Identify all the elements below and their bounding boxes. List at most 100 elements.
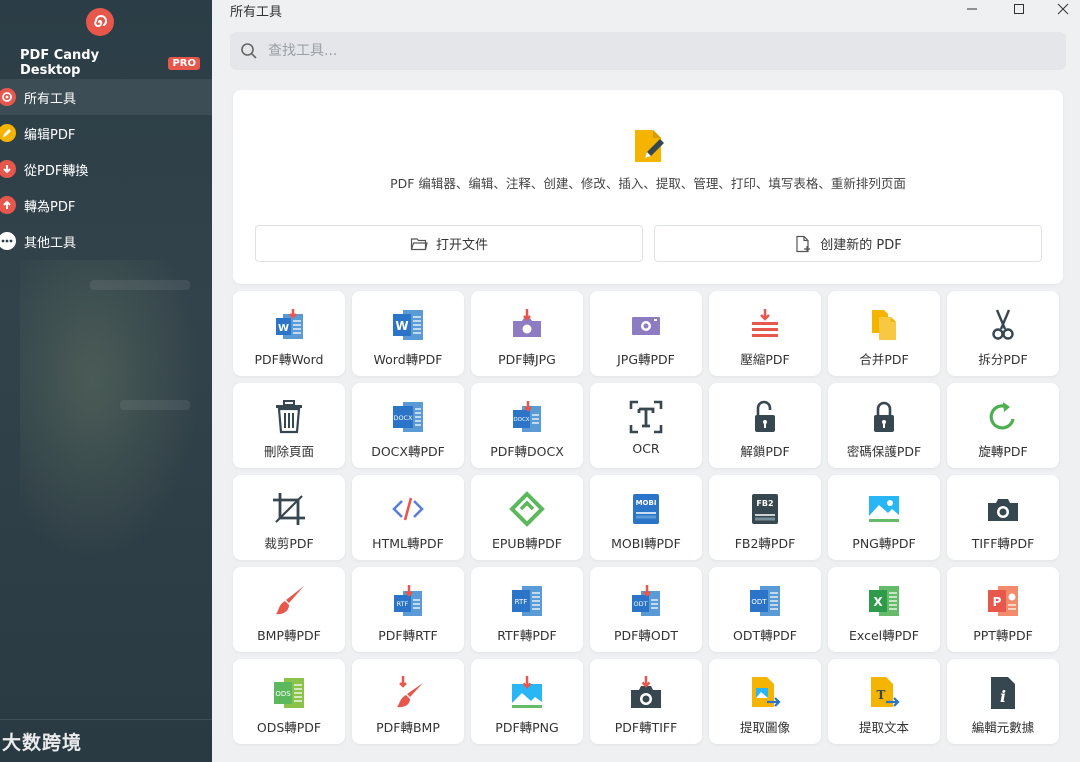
search-bar: [230, 32, 1066, 70]
rotate-icon: [989, 402, 1015, 430]
tool-tile[interactable]: P PPT轉PDF: [947, 567, 1059, 652]
candy-icon: [0, 88, 16, 106]
arrow-up-icon: [0, 196, 16, 214]
tool-tile[interactable]: 拆分PDF: [947, 291, 1059, 376]
tool-tile[interactable]: OCR: [590, 383, 702, 468]
tool-label: PNG轉PDF: [852, 536, 916, 551]
sidebar-item-edit-pdf[interactable]: 编辑PDF: [0, 115, 212, 151]
mobi-icon: MOBI: [633, 494, 659, 524]
tool-label: 旋轉PDF: [978, 444, 1028, 459]
tool-tile[interactable]: 裁剪PDF: [233, 475, 345, 560]
tool-tile[interactable]: FB2 FB2轉PDF: [709, 475, 821, 560]
tool-label: 提取圖像: [739, 720, 790, 735]
tool-tile[interactable]: RTF RTF轉PDF: [471, 567, 583, 652]
sidebar-item-from-pdf[interactable]: 從PDF轉換: [0, 151, 212, 187]
tool-tile[interactable]: PNG轉PDF: [828, 475, 940, 560]
tool-tile[interactable]: PDF轉PNG: [471, 659, 583, 744]
maximize-button[interactable]: [999, 0, 1039, 18]
tool-tile[interactable]: X Excel轉PDF: [828, 567, 940, 652]
tool-tile[interactable]: i 編輯元數據: [947, 659, 1059, 744]
tool-tile[interactable]: 合并PDF: [828, 291, 940, 376]
tool-label: FB2轉PDF: [734, 536, 796, 551]
watermark: 大数跨境: [2, 732, 83, 754]
svg-text:RTF: RTF: [515, 598, 528, 606]
sidebar-item-label: 所有工具: [24, 91, 77, 107]
minimize-icon: [967, 8, 977, 10]
tool-label: 裁剪PDF: [264, 536, 314, 551]
tool-tile[interactable]: RTF PDF轉RTF: [352, 567, 464, 652]
svg-text:X: X: [873, 595, 883, 609]
ods-icon: ODS: [274, 678, 304, 708]
camera-icon: [988, 499, 1018, 521]
tool-tile[interactable]: PDF轉JPG: [471, 291, 583, 376]
sidebar-item-all-tools[interactable]: 所有工具: [0, 79, 212, 115]
sidebar-item-to-pdf[interactable]: 轉為PDF: [0, 187, 212, 223]
tool-label: PDF轉PNG: [495, 720, 559, 735]
open-file-button[interactable]: 打开文件: [255, 225, 643, 262]
tool-tile[interactable]: 壓縮PDF: [709, 291, 821, 376]
svg-text:DOCX: DOCX: [393, 414, 413, 422]
tool-label: 合并PDF: [859, 352, 909, 367]
tool-label: PPT轉PDF: [973, 628, 1033, 643]
tool-tile[interactable]: DOCX PDF轉DOCX: [471, 383, 583, 468]
svg-text:DOCX: DOCX: [513, 417, 529, 423]
rtf-to-pdf-icon: RTF: [512, 586, 542, 616]
sidebar-item-other-tools[interactable]: 其他工具: [0, 223, 212, 259]
tool-tile[interactable]: EPUB轉PDF: [471, 475, 583, 560]
tool-label: PDF轉ODT: [614, 628, 678, 643]
svg-text:P: P: [993, 595, 1002, 609]
close-button[interactable]: [1043, 0, 1080, 18]
tool-tile[interactable]: DOCX DOCX轉PDF: [352, 383, 464, 468]
divider: [0, 719, 212, 720]
app-logo-icon: [86, 8, 114, 36]
ppt-icon: P: [988, 586, 1018, 616]
tool-tile[interactable]: PDF轉TIFF: [590, 659, 702, 744]
fb2-icon: FB2: [752, 494, 778, 524]
tool-tile[interactable]: 密碼保護PDF: [828, 383, 940, 468]
tool-tile[interactable]: W Word轉PDF: [352, 291, 464, 376]
sidebar-item-label: 其他工具: [24, 235, 77, 251]
tool-tile[interactable]: 解鎖PDF: [709, 383, 821, 468]
editor-description: PDF 编辑器、编辑、注释、创建、修改、插入、提取、管理、打印、填写表格、重新排…: [390, 176, 906, 191]
excel-icon: X: [869, 586, 899, 616]
tool-tile[interactable]: ODT ODT轉PDF: [709, 567, 821, 652]
extract-text-icon: T: [871, 677, 900, 707]
tool-tile[interactable]: PDF轉BMP: [352, 659, 464, 744]
minimize-button[interactable]: [952, 0, 992, 18]
svg-text:RTF: RTF: [397, 600, 409, 608]
tool-tile[interactable]: BMP轉PDF: [233, 567, 345, 652]
tool-label: BMP轉PDF: [257, 628, 321, 643]
tool-tile[interactable]: JPG轉PDF: [590, 291, 702, 376]
tool-tile[interactable]: TIFF轉PDF: [947, 475, 1059, 560]
tool-tile[interactable]: HTML轉PDF: [352, 475, 464, 560]
blurred-background: [90, 280, 190, 290]
search-input[interactable]: [266, 42, 1050, 60]
tool-label: 密碼保護PDF: [846, 444, 922, 459]
brand: PDF Candy Desktop PRO: [20, 48, 200, 78]
folder-icon: [410, 237, 428, 250]
tool-label: PDF轉Word: [254, 352, 324, 367]
extract-image-icon: [752, 677, 781, 707]
tool-label: Excel轉PDF: [849, 628, 919, 643]
blurred-background: [20, 260, 200, 560]
tool-tile[interactable]: W PDF轉Word: [233, 291, 345, 376]
tool-tile[interactable]: MOBI MOBI轉PDF: [590, 475, 702, 560]
tools-grid: W PDF轉Word W Word轉PDF PDF轉JPG JPG轉PDF 壓縮…: [233, 291, 1065, 744]
sidebar-nav: 所有工具 编辑PDF 從PDF轉換 轉為PDF 其他工具: [0, 79, 212, 259]
tool-tile[interactable]: ODS ODS轉PDF: [233, 659, 345, 744]
tool-tile[interactable]: 刪除頁面: [233, 383, 345, 468]
close-icon: [1057, 3, 1069, 15]
unlock-icon: [755, 400, 775, 432]
maximize-icon: [1014, 4, 1024, 14]
tool-tile[interactable]: ODT PDF轉ODT: [590, 567, 702, 652]
tool-tile[interactable]: 提取圖像: [709, 659, 821, 744]
tool-tile[interactable]: 旋轉PDF: [947, 383, 1059, 468]
pdf-to-docx-icon: DOCX: [513, 401, 541, 432]
tool-label: 提取文本: [858, 720, 909, 735]
tool-label: JPG轉PDF: [617, 352, 675, 367]
tool-tile[interactable]: T 提取文本: [828, 659, 940, 744]
sidebar: PDF Candy Desktop PRO 所有工具 编辑PDF 從PDF轉換: [0, 0, 212, 762]
create-pdf-button[interactable]: 创建新的 PDF: [654, 225, 1042, 262]
compress-icon: [752, 309, 778, 337]
scissors-icon: [992, 309, 1014, 340]
